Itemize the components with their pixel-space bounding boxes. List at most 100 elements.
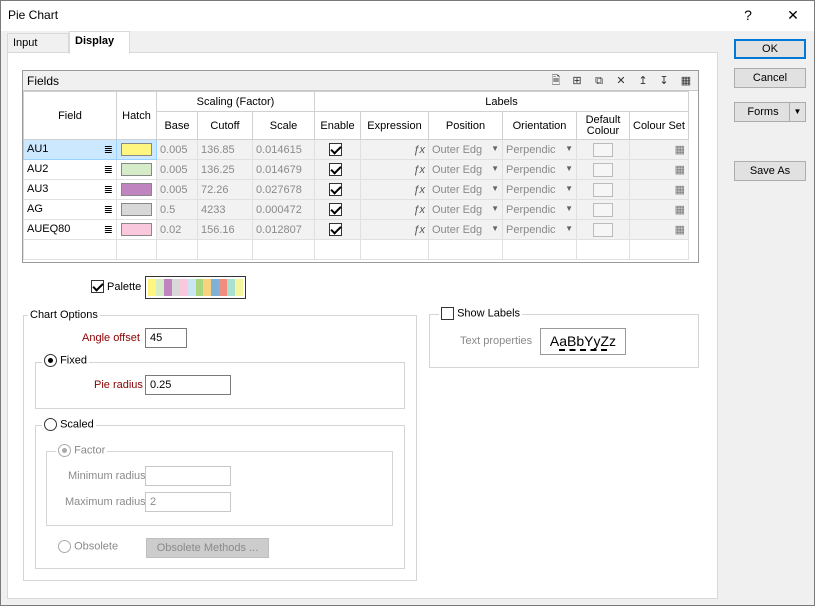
hatch-swatch[interactable] <box>121 183 152 196</box>
colour-set-icon[interactable]: ▦ <box>675 144 685 156</box>
minimum-radius-input[interactable] <box>145 466 231 486</box>
field-menu-icon[interactable]: ≣ <box>104 223 113 236</box>
chevron-down-icon[interactable]: ▼ <box>565 224 573 236</box>
default-colour-cell[interactable] <box>576 159 630 180</box>
table-row[interactable]: AUEQ80 ≣ 0.02 156.16 0.012807 ƒx Outer Edg ▼ Per… <box>23 219 689 240</box>
enable-cell[interactable] <box>314 159 361 180</box>
position-cell[interactable]: Outer Edg ▼ <box>428 199 503 220</box>
colour-set-icon[interactable]: ▦ <box>675 204 685 216</box>
position-cell[interactable]: Outer Edg ▼ <box>428 219 503 240</box>
empty-cell[interactable] <box>360 239 429 260</box>
base-cell[interactable]: 0.005 <box>156 159 198 180</box>
cutoff-cell[interactable]: 136.85 <box>197 139 253 160</box>
scaled-radio[interactable] <box>44 418 57 431</box>
hatch-cell[interactable] <box>116 199 157 220</box>
chevron-down-icon[interactable]: ▼ <box>565 164 573 176</box>
text-properties-button[interactable]: AaBbYyZz <box>540 328 626 355</box>
expression-cell[interactable]: ƒx <box>360 159 429 180</box>
ok-button[interactable]: OK <box>734 39 806 59</box>
base-cell[interactable]: 0.02 <box>156 219 198 240</box>
col-cutoff[interactable]: Cutoff <box>197 111 253 140</box>
function-icon[interactable]: ƒx <box>413 184 425 196</box>
obsolete-methods-button[interactable]: Obsolete Methods ... <box>146 538 269 558</box>
chevron-down-icon[interactable]: ▼ <box>491 224 499 236</box>
maximum-radius-input[interactable]: 2 <box>145 492 231 512</box>
obsolete-radio[interactable] <box>58 540 71 553</box>
scale-cell[interactable]: 0.000472 <box>252 199 315 220</box>
expression-cell[interactable]: ƒx <box>360 219 429 240</box>
field-menu-icon[interactable]: ≣ <box>104 183 113 196</box>
chevron-down-icon[interactable]: ▼ <box>491 144 499 156</box>
colour-set-cell[interactable]: ▦ <box>629 199 689 220</box>
colour-set-icon[interactable]: ▦ <box>675 164 685 176</box>
empty-cell[interactable] <box>576 239 630 260</box>
hatch-cell[interactable] <box>116 139 157 160</box>
position-cell[interactable]: Outer Edg ▼ <box>428 179 503 200</box>
copy-icon[interactable]: ⧉ <box>592 74 606 88</box>
orientation-cell[interactable]: Perpendic ▼ <box>502 219 577 240</box>
cancel-button[interactable]: Cancel <box>734 68 806 88</box>
col-orientation[interactable]: Orientation <box>502 111 577 140</box>
default-colour-box[interactable] <box>593 182 613 197</box>
hatch-swatch[interactable] <box>121 223 152 236</box>
hatch-swatch[interactable] <box>121 143 152 156</box>
default-colour-cell[interactable] <box>576 199 630 220</box>
scale-cell[interactable]: 0.014615 <box>252 139 315 160</box>
field-cell[interactable]: AU3 ≣ <box>23 179 117 200</box>
orientation-cell[interactable]: Perpendic ▼ <box>502 159 577 180</box>
col-position[interactable]: Position <box>428 111 503 140</box>
position-cell[interactable]: Outer Edg ▼ <box>428 139 503 160</box>
fixed-radio[interactable] <box>44 354 57 367</box>
field-cell[interactable]: AG ≣ <box>23 199 117 220</box>
scale-cell[interactable]: 0.012807 <box>252 219 315 240</box>
default-colour-cell[interactable] <box>576 219 630 240</box>
base-cell[interactable]: 0.005 <box>156 179 198 200</box>
base-cell[interactable]: 0.005 <box>156 139 198 160</box>
enable-checkbox[interactable] <box>329 143 342 156</box>
empty-cell[interactable] <box>314 239 361 260</box>
field-cell[interactable]: AUEQ80 ≣ <box>23 219 117 240</box>
chevron-down-icon[interactable]: ▼ <box>491 164 499 176</box>
table-row-empty[interactable] <box>23 239 689 260</box>
hatch-swatch[interactable] <box>121 163 152 176</box>
enable-cell[interactable] <box>314 199 361 220</box>
empty-cell[interactable] <box>428 239 503 260</box>
colour-set-cell[interactable]: ▦ <box>629 139 689 160</box>
orientation-cell[interactable]: Perpendic ▼ <box>502 139 577 160</box>
enable-cell[interactable] <box>314 139 361 160</box>
table-row[interactable]: AU2 ≣ 0.005 136.25 0.014679 ƒx Outer Edg ▼ Perpe… <box>23 159 689 180</box>
empty-cell[interactable] <box>502 239 577 260</box>
enable-checkbox[interactable] <box>329 183 342 196</box>
field-menu-icon[interactable]: ≣ <box>104 203 113 216</box>
forms-button[interactable]: Forms ▼ <box>734 102 806 122</box>
default-colour-box[interactable] <box>593 142 613 157</box>
col-enable[interactable]: Enable <box>314 111 361 140</box>
cutoff-cell[interactable]: 72.26 <box>197 179 253 200</box>
move-up-icon[interactable]: ↥ <box>636 74 650 88</box>
new-icon[interactable]: 🗎 <box>549 74 563 88</box>
expression-cell[interactable]: ƒx <box>360 139 429 160</box>
empty-cell[interactable] <box>252 239 315 260</box>
function-icon[interactable]: ƒx <box>413 204 425 216</box>
delete-icon[interactable]: ✕ <box>614 74 628 88</box>
default-colour-cell[interactable] <box>576 139 630 160</box>
colour-set-cell[interactable]: ▦ <box>629 219 689 240</box>
table-row[interactable]: AU1 ≣ 0.005 136.85 0.014615 ƒx Outer Edg ▼ Perpe… <box>23 139 689 160</box>
col-scale[interactable]: Scale <box>252 111 315 140</box>
empty-cell[interactable] <box>156 239 198 260</box>
col-field[interactable]: Field <box>23 91 117 140</box>
pie-radius-input[interactable]: 0.25 <box>145 375 231 395</box>
col-colour-set[interactable]: Colour Set <box>629 111 689 140</box>
field-menu-icon[interactable]: ≣ <box>104 143 113 156</box>
factor-radio[interactable] <box>58 444 71 457</box>
cutoff-cell[interactable]: 4233 <box>197 199 253 220</box>
colour-set-icon[interactable]: ▦ <box>675 224 685 236</box>
scaled-option[interactable]: Scaled <box>42 418 96 431</box>
scale-cell[interactable]: 0.014679 <box>252 159 315 180</box>
calculator-icon[interactable]: ▦ <box>679 74 693 88</box>
help-button[interactable]: ? <box>733 5 763 25</box>
chevron-down-icon[interactable]: ▼ <box>491 184 499 196</box>
enable-cell[interactable] <box>314 179 361 200</box>
obsolete-option[interactable]: Obsolete <box>58 540 118 553</box>
save-as-button[interactable]: Save As <box>734 161 806 181</box>
